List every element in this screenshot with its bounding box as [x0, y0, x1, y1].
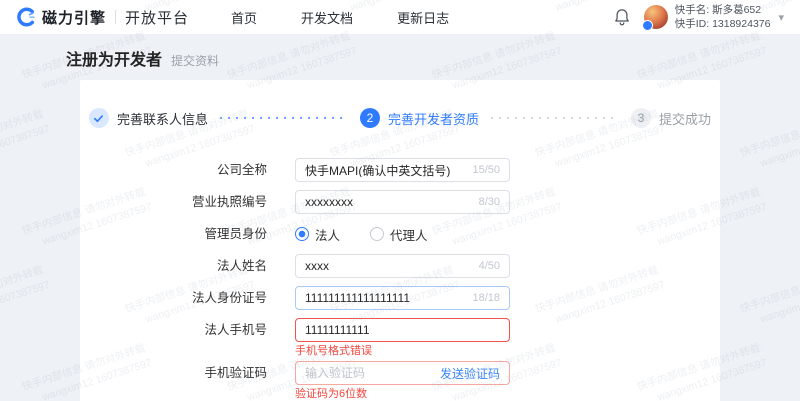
radio-label[interactable]: 代理人	[390, 225, 428, 244]
form-row-sms-code: 手机验证码 发送验证码 验证码为6位数	[80, 361, 720, 401]
admin-identity-radio-group: 法人 代理人	[295, 222, 458, 246]
sms-code-error-message: 验证码为6位数	[295, 388, 510, 401]
radio-legal-person[interactable]: 法人	[295, 225, 340, 244]
phone-input[interactable]	[305, 323, 500, 337]
legal-name-input[interactable]	[305, 259, 473, 273]
license-number-field: 8/30	[295, 190, 510, 214]
field-label: 营业执照编号	[80, 190, 267, 214]
user-id-label: 快手ID: 1318924376	[675, 17, 771, 31]
step-connector-active	[220, 117, 348, 119]
brand-subtitle: 开放平台	[125, 7, 189, 28]
brand-divider	[115, 10, 116, 24]
nav-item-home[interactable]: 首页	[231, 8, 257, 27]
form-row-legal-name: 法人姓名 4/50	[80, 254, 720, 278]
phone-field	[295, 318, 510, 342]
field-label: 法人手机号	[80, 318, 267, 358]
legal-name-field: 4/50	[295, 254, 510, 278]
avatar-badge-icon	[642, 20, 653, 31]
step-submit-success: 3 提交成功	[631, 108, 711, 128]
company-name-input[interactable]	[305, 163, 466, 177]
step-active-circle: 2	[360, 108, 380, 128]
page-title: 注册为开发者	[66, 46, 162, 70]
top-navbar: 磁力引擎 开放平台 首页 开发文档 更新日志 快手名: 斯多葛652 快手ID:…	[0, 0, 800, 34]
user-avatar[interactable]	[644, 5, 668, 29]
license-number-input[interactable]	[305, 195, 473, 209]
page-body: 注册为开发者 提交资料 完善联系人信息 2 完善开发者资质 3 提交成功	[0, 34, 800, 401]
step-label: 完善开发者资质	[388, 109, 479, 128]
field-label: 法人姓名	[80, 254, 267, 278]
nav-item-docs[interactable]: 开发文档	[301, 8, 353, 27]
brand-home-link[interactable]: 磁力引擎 开放平台	[16, 7, 189, 28]
user-info: 快手名: 斯多葛652 快手ID: 1318924376	[675, 3, 771, 31]
sms-code-input[interactable]	[305, 366, 440, 380]
char-counter: 8/30	[479, 196, 500, 208]
progress-stepper: 完善联系人信息 2 完善开发者资质 3 提交成功	[80, 108, 720, 128]
user-name-label: 快手名: 斯多葛652	[675, 3, 771, 17]
radio-input-agent[interactable]	[370, 227, 384, 241]
radio-input-legal-person[interactable]	[295, 227, 309, 241]
step-developer-qualification: 2 完善开发者资质	[360, 108, 479, 128]
navbar-right: 快手名: 斯多葛652 快手ID: 1318924376 ▾	[614, 3, 784, 31]
field-label: 手机验证码	[80, 361, 267, 401]
send-code-button[interactable]: 发送验证码	[440, 365, 500, 382]
char-counter: 18/18	[472, 292, 500, 304]
developer-qualification-form: 公司全称 15/50 营业执照编号 8/30 管	[80, 158, 720, 401]
radio-agent[interactable]: 代理人	[370, 225, 428, 244]
form-row-id-number: 法人身份证号 18/18	[80, 286, 720, 310]
step-done-circle	[89, 108, 109, 128]
field-label: 管理员身份	[80, 222, 267, 246]
magnetic-engine-logo-icon	[16, 7, 36, 27]
brand-name: 磁力引擎	[42, 7, 106, 28]
registration-card: 完善联系人信息 2 完善开发者资质 3 提交成功 公司全称 15/50	[80, 80, 720, 401]
page-subtitle: 提交资料	[171, 52, 219, 69]
sms-code-field: 发送验证码	[295, 361, 510, 385]
char-counter: 4/50	[479, 260, 500, 272]
step-contact-info: 完善联系人信息	[89, 108, 208, 128]
form-row-company-name: 公司全称 15/50	[80, 158, 720, 182]
chevron-down-icon[interactable]: ▾	[778, 11, 784, 24]
company-name-field: 15/50	[295, 158, 510, 182]
step-connector-pending	[491, 117, 619, 119]
step-label: 完善联系人信息	[117, 109, 208, 128]
radio-label[interactable]: 法人	[315, 225, 340, 244]
step-label: 提交成功	[659, 109, 711, 128]
id-number-input[interactable]	[305, 291, 466, 305]
form-row-admin-identity: 管理员身份 法人 代理人	[80, 222, 720, 246]
phone-error-message: 手机号格式错误	[295, 345, 510, 358]
form-row-phone: 法人手机号 手机号格式错误	[80, 318, 720, 358]
field-label: 法人身份证号	[80, 286, 267, 310]
check-icon	[93, 113, 104, 124]
main-nav: 首页 开发文档 更新日志	[231, 8, 493, 27]
page-head: 注册为开发者 提交资料	[0, 34, 800, 80]
notification-bell-icon[interactable]	[614, 8, 630, 26]
id-number-field: 18/18	[295, 286, 510, 310]
step-pending-circle: 3	[631, 108, 651, 128]
field-label: 公司全称	[80, 158, 267, 182]
char-counter: 15/50	[472, 164, 500, 176]
form-row-license-number: 营业执照编号 8/30	[80, 190, 720, 214]
nav-item-changelog[interactable]: 更新日志	[397, 8, 449, 27]
